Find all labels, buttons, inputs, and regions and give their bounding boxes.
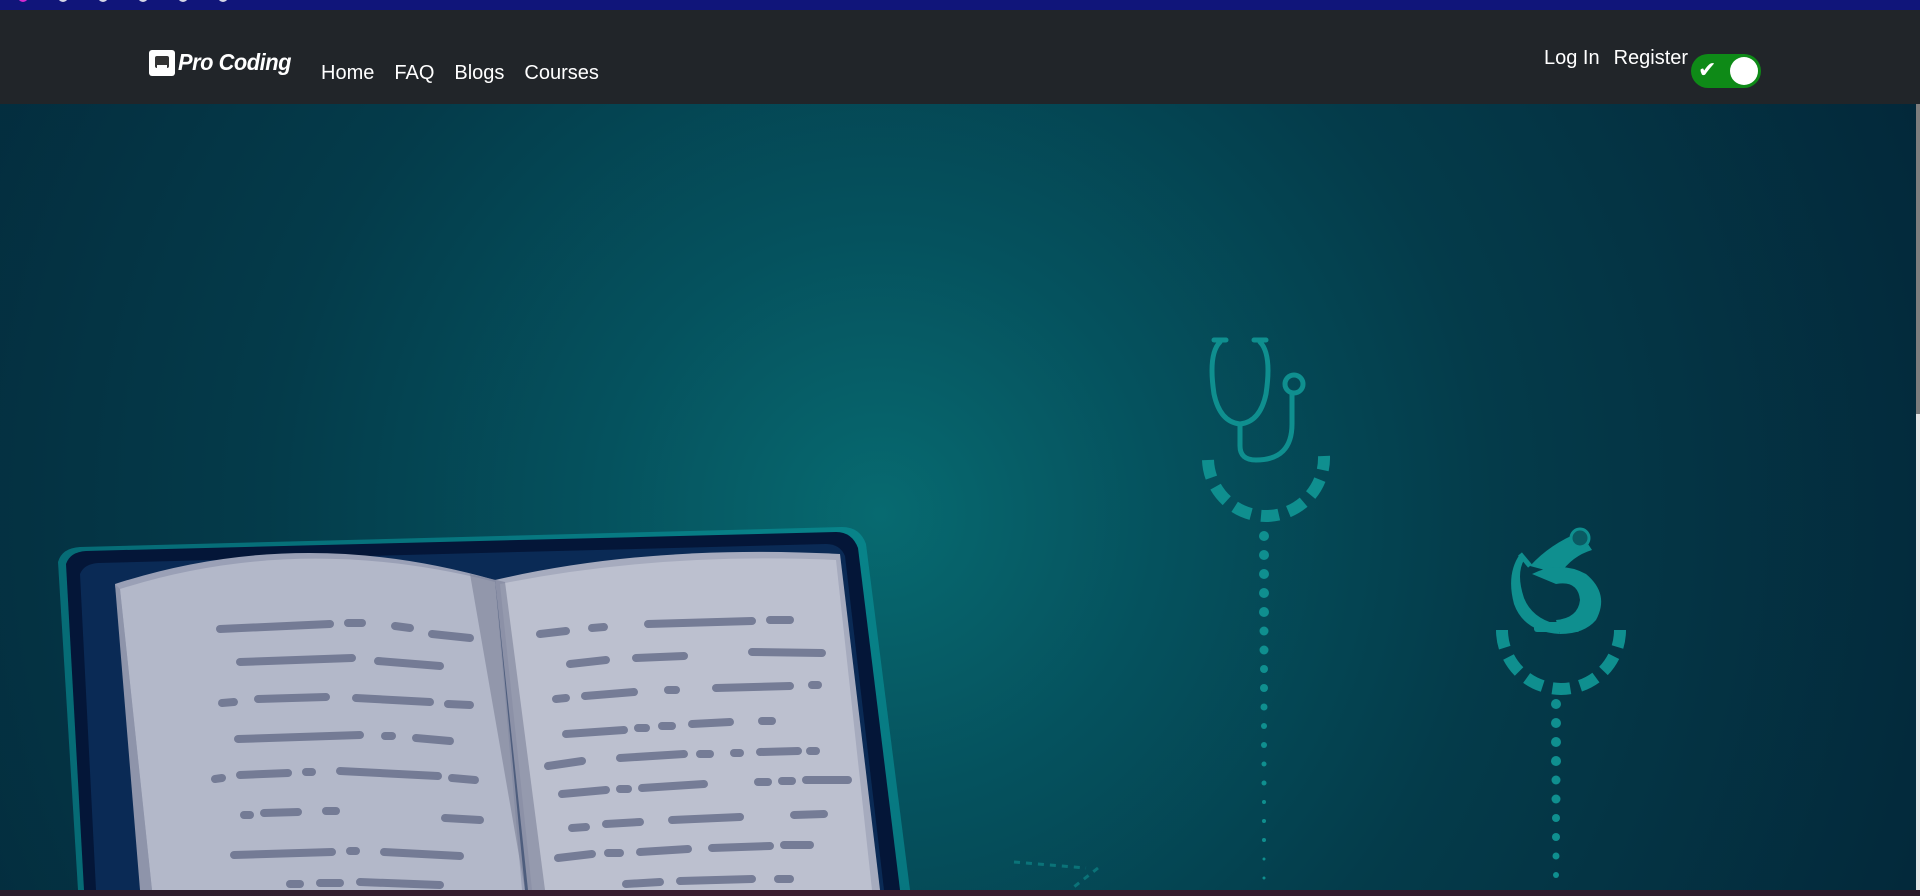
- nav-link-courses[interactable]: Courses: [524, 62, 598, 85]
- theme-toggle[interactable]: ✔: [1691, 54, 1761, 88]
- brand-name: Pro Coding: [178, 49, 291, 75]
- browser-top-strip: [0, 0, 1920, 10]
- open-book-icon: [115, 551, 880, 890]
- nav-link-home[interactable]: Home: [321, 62, 374, 85]
- dashed-detail: [1013, 860, 1099, 890]
- nav-link-blogs[interactable]: Blogs: [454, 62, 504, 85]
- toggle-knob: [1730, 57, 1758, 85]
- scrollbar-thumb[interactable]: [1916, 104, 1920, 414]
- stethoscope-arc: [1202, 455, 1331, 523]
- page-scrollbar[interactable]: [1916, 104, 1920, 890]
- microscope-arc: [1496, 629, 1626, 695]
- brand-logo-icon: [149, 49, 175, 76]
- nav-link-faq[interactable]: FAQ: [394, 62, 434, 85]
- nav-links: Home FAQ Blogs Courses: [321, 62, 599, 85]
- bottom-strip: [0, 890, 1920, 896]
- navbar: Pro Coding Home FAQ Blogs Courses Log In…: [0, 10, 1920, 104]
- microscope-dotline: [1551, 699, 1561, 878]
- stethoscope-icon: [1209, 337, 1306, 463]
- brand-link[interactable]: Pro Coding: [149, 49, 297, 76]
- check-icon: ✔: [1698, 58, 1717, 83]
- stethoscope-dotline: [1259, 531, 1269, 880]
- register-link[interactable]: Register: [1614, 47, 1688, 70]
- login-link[interactable]: Log In: [1544, 47, 1600, 70]
- microscope-icon: [1511, 527, 1602, 634]
- top-strip-decor: [18, 0, 228, 3]
- hero-banner: [0, 104, 1920, 890]
- auth-links: Log In Register: [1544, 47, 1688, 70]
